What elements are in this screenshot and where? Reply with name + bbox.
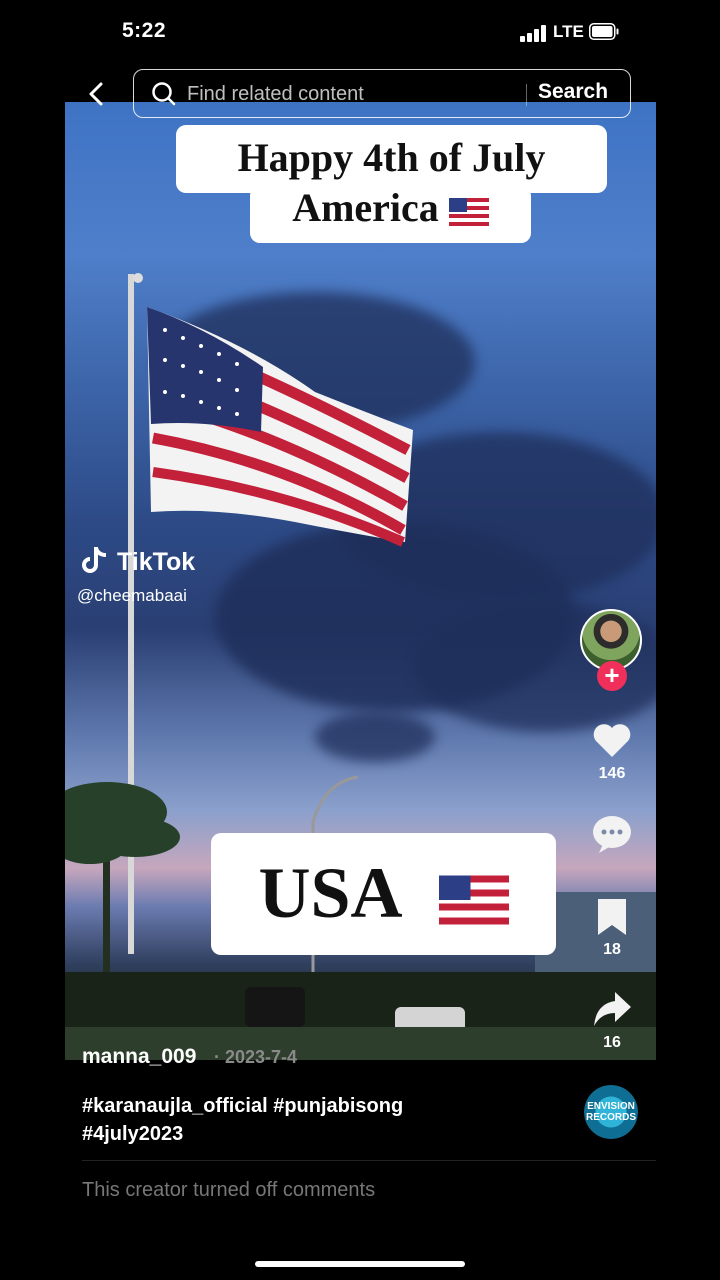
tiktok-brand: TikTok	[116, 548, 196, 576]
battery-icon	[589, 23, 619, 40]
search-divider	[526, 84, 527, 106]
watermark-handle: @cheemabaai	[77, 586, 187, 605]
us-flag-icon	[438, 875, 509, 925]
follow-button[interactable]: +	[597, 661, 627, 691]
us-flag-icon	[448, 197, 489, 226]
divider	[82, 1160, 656, 1161]
bookmark-icon[interactable]	[591, 895, 633, 937]
video-caption-line1: Happy 4th of July	[176, 125, 607, 193]
comment-icon[interactable]	[591, 813, 633, 855]
post-date: · 2023-7-4	[214, 1047, 298, 1067]
caption-text: USA	[258, 853, 403, 933]
search-button[interactable]: Search	[538, 80, 608, 104]
description-hashtags[interactable]: #karanaujla_official #punjabisong	[82, 1092, 542, 1120]
back-arrow-icon[interactable]	[84, 80, 110, 108]
music-disc[interactable]: ENVISION RECORDS	[584, 1085, 638, 1139]
like-count: 146	[598, 765, 626, 782]
home-indicator[interactable]	[255, 1261, 465, 1267]
video-caption-line2: America	[250, 186, 531, 243]
network-label: LTE	[553, 22, 584, 41]
search-icon	[152, 82, 176, 106]
signal-icon	[520, 24, 548, 42]
description-hashtags[interactable]: #4july2023	[82, 1120, 542, 1148]
share-icon[interactable]	[591, 988, 633, 1030]
search-input[interactable]	[187, 81, 517, 107]
search-bar[interactable]: Search	[133, 69, 631, 118]
author-name[interactable]: manna_009	[82, 1045, 196, 1069]
tiktok-watermark: TikTok	[80, 544, 195, 577]
status-time: 5:22	[122, 19, 167, 42]
caption-text: Happy 4th of July	[237, 135, 546, 180]
heart-icon[interactable]	[591, 719, 633, 761]
share-count: 16	[603, 1034, 621, 1051]
video-caption-usa: USA	[211, 833, 556, 955]
tiktok-icon	[82, 547, 107, 573]
comments-disabled-notice: This creator turned off comments	[82, 1179, 376, 1201]
post-description: #karanaujla_official #punjabisong #4july…	[82, 1092, 542, 1148]
caption-text: America	[292, 185, 439, 230]
status-bar: 5:22 LTE	[0, 0, 720, 66]
music-label: ENVISION RECORDS	[585, 1101, 636, 1123]
bookmark-count: 18	[603, 941, 621, 958]
